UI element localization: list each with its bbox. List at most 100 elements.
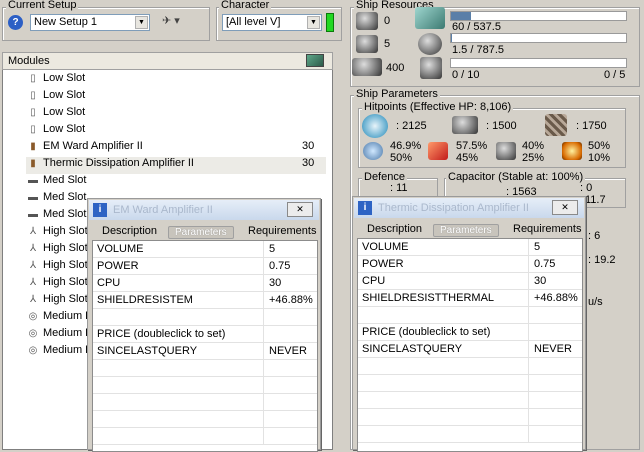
structure-icon [545, 114, 567, 136]
setup-select[interactable]: New Setup 1 ▼ [30, 14, 150, 31]
module-row[interactable]: ▮Thermic Dissipation Amplifier II 30 [26, 157, 326, 174]
module-info-popup-em: i EM Ward Amplifier II ✕ Description Par… [87, 198, 321, 450]
param-value: 5 [269, 243, 275, 255]
defence-value: : 11 [390, 182, 408, 194]
table-row[interactable] [93, 411, 317, 428]
param-value-2: : 19.2 [588, 254, 616, 266]
column-divider [528, 358, 529, 374]
module-label: EM Ward Amplifier II [43, 140, 143, 152]
table-row[interactable]: POWER0.75 [93, 258, 317, 275]
column-divider [263, 343, 264, 359]
table-row[interactable] [93, 394, 317, 411]
column-divider [528, 256, 529, 272]
table-row[interactable] [358, 358, 582, 375]
em-resist-top: 46.9% [390, 140, 421, 152]
table-row[interactable]: SHIELDRESISTTHERMAL +46.88% [358, 290, 582, 307]
param-value: +46.88% [534, 292, 578, 304]
table-row[interactable]: VOLUME5 [358, 239, 582, 256]
setup-options-icon[interactable]: ✈ ▾ [162, 14, 192, 30]
current-setup-title: Current Setup [6, 0, 78, 11]
close-icon[interactable]: ✕ [287, 202, 313, 217]
table-row[interactable] [93, 428, 317, 445]
med-slot-icon: ▬ [26, 209, 40, 220]
table-row[interactable] [358, 392, 582, 409]
hitpoints-title: Hitpoints (Effective HP: 8,106) [362, 101, 513, 113]
thermal-resist-top: 57.5% [456, 140, 487, 152]
module-label: Medium R [43, 344, 93, 356]
module-icon: ▮ [26, 158, 40, 169]
popup-title: EM Ward Amplifier II [113, 204, 213, 216]
column-divider [263, 411, 264, 427]
table-row[interactable]: PRICE (doubleclick to set) [358, 324, 582, 341]
column-divider [263, 309, 264, 325]
help-icon[interactable]: ? [8, 15, 23, 30]
param-name: SHIELDRESISTEM [97, 294, 193, 306]
table-row[interactable] [358, 426, 582, 443]
tab-requirements[interactable]: Requirements [248, 225, 316, 237]
character-status-indicator [326, 13, 334, 32]
tab-parameters[interactable]: Parameters [433, 224, 499, 237]
med-slot-icon: ▬ [26, 175, 40, 186]
tab-description[interactable]: Description [367, 223, 422, 235]
column-divider [528, 375, 529, 391]
character-select[interactable]: [All level V] ▼ [222, 14, 322, 31]
explosive-resist-top: 50% [588, 140, 610, 152]
table-row[interactable] [358, 307, 582, 324]
param-name: VOLUME [362, 241, 408, 253]
module-row[interactable]: ▯Low Slot [26, 72, 326, 89]
table-row[interactable]: SHIELDRESISTEM+46.88% [93, 292, 317, 309]
table-row[interactable]: VOLUME5 [93, 241, 317, 258]
table-row[interactable] [93, 377, 317, 394]
column-divider [263, 428, 264, 444]
drone-capacity: 400 [386, 62, 404, 74]
table-row[interactable] [93, 309, 317, 326]
capacitor-right-value: : 0 [580, 182, 592, 194]
popup-titlebar[interactable]: i EM Ward Amplifier II ✕ [89, 200, 319, 220]
close-icon[interactable]: ✕ [552, 200, 578, 215]
powergrid-text: 1.5 / 787.5 [452, 44, 504, 56]
table-row[interactable]: CPU30 [358, 273, 582, 290]
popup-tabs: Description Parameters Requirements [353, 221, 585, 238]
module-row[interactable]: ▯Low Slot [26, 123, 326, 140]
popup-titlebar[interactable]: i Thermic Dissipation Amplifier II ✕ [354, 198, 584, 218]
module-row[interactable]: ▯Low Slot [26, 106, 326, 123]
table-row[interactable] [93, 360, 317, 377]
launcher-count: 5 [384, 38, 390, 50]
module-row[interactable]: ▯Low Slot [26, 89, 326, 106]
ship-parameters-title: Ship Parameters [354, 88, 440, 100]
modules-header: Modules [2, 52, 333, 70]
column-divider [263, 275, 264, 291]
armor-icon [452, 116, 478, 134]
table-row[interactable]: SINCELASTQUERYNEVER [358, 341, 582, 358]
table-row[interactable]: POWER0.75 [358, 256, 582, 273]
param-name: CPU [362, 275, 385, 287]
cpu-text: 60 / 537.5 [452, 21, 501, 33]
module-label: Med Slot [43, 208, 86, 220]
chevron-down-icon: ▼ [135, 16, 148, 29]
module-label: High Slot [43, 293, 88, 305]
rig-slot-icon: ◎ [26, 311, 40, 322]
module-label: Thermic Dissipation Amplifier II [43, 157, 194, 169]
tab-parameters[interactable]: Parameters [168, 226, 234, 239]
tab-requirements[interactable]: Requirements [513, 223, 581, 235]
tab-description[interactable]: Description [102, 225, 157, 237]
table-row[interactable]: PRICE (doubleclick to set) [93, 326, 317, 343]
param-name: SHIELDRESISTTHERMAL [362, 292, 494, 304]
module-row[interactable]: ▬Med Slot [26, 174, 326, 191]
modules-config-icon[interactable] [306, 54, 324, 67]
module-row[interactable]: ▮EM Ward Amplifier II30 [26, 140, 326, 157]
popup-title: Thermic Dissipation Amplifier II [378, 202, 529, 214]
column-divider [528, 409, 529, 425]
low-slot-icon: ▯ [26, 73, 40, 84]
table-row[interactable] [358, 375, 582, 392]
table-row[interactable]: CPU30 [93, 275, 317, 292]
parameters-table: VOLUME5POWER0.75CPU30SHIELDRESISTEM+46.8… [92, 240, 318, 452]
low-slot-icon: ▯ [26, 124, 40, 135]
table-row[interactable]: SINCELASTQUERYNEVER [93, 343, 317, 360]
drone-bay-icon [352, 58, 382, 76]
cpu-bar-fill [451, 12, 471, 20]
em-resist-icon [363, 142, 383, 160]
param-name: PRICE (doubleclick to set) [97, 328, 225, 340]
module-quantity: 30 [302, 157, 314, 169]
table-row[interactable] [358, 409, 582, 426]
